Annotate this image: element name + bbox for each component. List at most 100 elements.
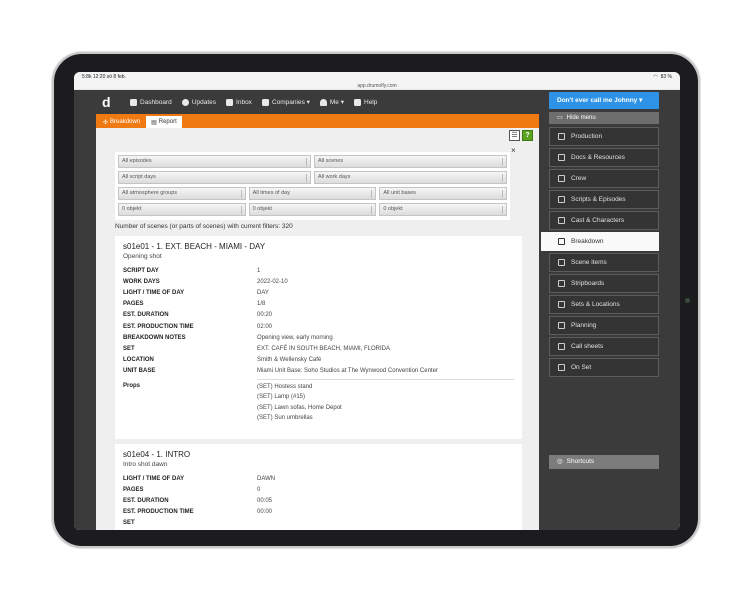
sets-icon (558, 301, 565, 308)
battery-level: 83 % (660, 74, 672, 80)
nav-inbox[interactable]: Inbox (226, 98, 252, 106)
breakdown-tab-icon: ✣ (103, 119, 109, 126)
scene-row: UNIT BASE Miami Unit Base: Soho Studios a… (123, 368, 438, 375)
episodes-select[interactable]: All episodes (118, 155, 311, 168)
cast-icon (558, 217, 565, 224)
filter-panel: All episodes All scenes All script days … (115, 152, 510, 220)
status-time: 5:8k 12:20 sö 8 feb. (82, 74, 126, 80)
inbox-icon (226, 98, 234, 106)
work-days-select[interactable]: All work days (314, 171, 507, 184)
sidebar-item-crew[interactable]: Crew (549, 169, 659, 188)
props-list: (SET) Hostess stand (SET) Lamp (#15) (SE… (257, 382, 342, 424)
sidebar-item-production[interactable]: Production (549, 127, 659, 146)
app: d Dashboard Updates Inbox Companies ▾ Me… (74, 90, 680, 530)
scene-row: LIGHT / TIME OF DAY DAWN (123, 475, 276, 482)
planning-icon (558, 322, 565, 329)
script-days-select[interactable]: All script days (118, 171, 311, 184)
sidebar: Don't ever call me Johnny ▾ ▭ Hide menu P… (541, 90, 659, 530)
scripts-icon (558, 196, 565, 203)
list-menu-icon[interactable]: ☰ (509, 130, 520, 141)
scene-row: EST. PRODUCTION TIME 02:00 (123, 323, 273, 330)
logo-icon[interactable]: d (102, 94, 116, 110)
scene-subtitle: Intro shot dawn (123, 461, 168, 468)
objekt-select-3[interactable]: 0 objekt (379, 203, 508, 216)
scene-row: LOCATION Smith & Wellensky Café (123, 357, 322, 364)
dashboard-icon (130, 98, 137, 106)
sidebar-item-scene-items[interactable]: Scene items (549, 253, 659, 272)
nav-me[interactable]: Me ▾ (319, 98, 344, 106)
objekt-select-2[interactable]: 0 objekt (248, 203, 377, 216)
scene-row: WORK DAYS 2022-02-10 (123, 278, 288, 285)
sidebar-item-sets[interactable]: Sets & Locations (549, 295, 659, 314)
main-content: ☰ ? × All episodes All scenes All script… (96, 128, 539, 530)
scene-row: SET (123, 520, 135, 527)
stripboards-icon (558, 280, 565, 287)
scene-row: EST. DURATION 00:05 (123, 497, 273, 504)
wifi-icon: ◠ (653, 74, 658, 80)
sidebar-item-planning[interactable]: Planning (549, 316, 659, 335)
shortcuts-icon: ◎ (557, 458, 563, 465)
shortcuts-button[interactable]: ◎ Shortcuts (549, 455, 659, 469)
prop-item: (SET) Hostess stand (257, 383, 313, 390)
sidebar-item-breakdown[interactable]: Breakdown (541, 232, 659, 251)
sidebar-item-stripboards[interactable]: Stripboards (549, 274, 659, 293)
scene-card: s01e04 - 1. INTRO Intro shot dawn LIGHT … (115, 444, 522, 530)
scenes-select[interactable]: All scenes (314, 155, 507, 168)
nav-updates[interactable]: Updates (181, 98, 216, 106)
scene-row: PAGES 0 (123, 486, 261, 493)
scene-row: SCRIPT DAY 1 (123, 267, 261, 274)
scene-row: EST. DURATION 00:20 (123, 312, 273, 319)
docs-icon (558, 154, 565, 161)
unit-bases-select[interactable]: All unit bases (379, 187, 508, 200)
prop-item: (SET) Lamp (#15) (257, 394, 306, 401)
hide-menu-button[interactable]: ▭ Hide menu (549, 112, 659, 124)
sidebar-item-cast[interactable]: Cast & Characters (549, 211, 659, 230)
status-bar: 5:8k 12:20 sö 8 feb. ◠ 83 % (74, 72, 680, 82)
crew-icon (558, 175, 565, 182)
camera-dot (685, 298, 690, 303)
sidebar-item-docs[interactable]: Docs & Resources (549, 148, 659, 167)
hide-menu-icon: ▭ (557, 115, 563, 121)
tab-report[interactable]: ▤ Report (146, 116, 182, 128)
help-icon (354, 98, 361, 106)
nav-dashboard[interactable]: Dashboard (130, 98, 172, 106)
scene-row: LIGHT / TIME OF DAY DAY (123, 289, 269, 296)
prop-item: (SET) Lawn sofas, Home Depot (257, 404, 342, 411)
sidebar-item-scripts[interactable]: Scripts & Episodes (549, 190, 659, 209)
production-icon (558, 133, 565, 140)
tablet-frame: 5:8k 12:20 sö 8 feb. ◠ 83 % app.drumolfy… (52, 52, 700, 548)
top-nav: d Dashboard Updates Inbox Companies ▾ Me… (74, 90, 544, 114)
scene-items-icon (558, 259, 565, 266)
scene-row: EST. PRODUCTION TIME 00:00 (123, 509, 273, 516)
help-button-icon[interactable]: ? (522, 130, 533, 141)
on-set-icon (558, 364, 565, 371)
sidebar-item-call-sheets[interactable]: Call sheets (549, 337, 659, 356)
toolbar: ☰ ? (509, 130, 533, 141)
companies-icon (261, 98, 269, 106)
breakdown-icon (558, 238, 565, 245)
tab-breakdown[interactable]: ✣ Breakdown (98, 116, 145, 128)
prop-item: (SET) Sun umbrellas (257, 415, 313, 422)
atmosphere-select[interactable]: All atmosphere groups (118, 187, 246, 200)
props-row: Props (SET) Hostess stand (SET) Lamp (#1… (123, 382, 514, 424)
scene-subtitle: Opening shot (123, 253, 162, 260)
times-select[interactable]: All times of day (248, 187, 377, 200)
objekt-select-1[interactable]: 0 objekt (118, 203, 246, 216)
user-menu-button[interactable]: Don't ever call me Johnny ▾ (549, 92, 659, 109)
close-icon[interactable]: × (511, 146, 516, 155)
url-bar[interactable]: app.drumolfy.com (74, 82, 680, 90)
sidebar-item-on-set[interactable]: On Set (549, 358, 659, 377)
sidebar-menu: Production Docs & Resources Crew Scripts… (541, 127, 659, 379)
report-tab-icon: ▤ (151, 119, 157, 126)
nav-companies[interactable]: Companies ▾ (261, 98, 310, 106)
scene-title[interactable]: s01e04 - 1. INTRO (123, 450, 514, 459)
scene-row: PAGES 1/8 (123, 301, 266, 308)
screen: 5:8k 12:20 sö 8 feb. ◠ 83 % app.drumolfy… (74, 72, 680, 530)
updates-icon (181, 98, 189, 106)
user-icon (319, 98, 327, 106)
scene-row: SET EXT. CAFÉ IN SOUTH BEACH, MIAMI, FLOR… (123, 345, 391, 352)
scene-row: BREAKDOWN NOTES Opening view, early morni… (123, 334, 333, 341)
nav-help[interactable]: Help (354, 98, 377, 106)
scene-card: s01e01 - 1. EXT. BEACH - MIAMI - DAY Ope… (115, 236, 522, 439)
scene-title[interactable]: s01e01 - 1. EXT. BEACH - MIAMI - DAY (123, 242, 514, 251)
